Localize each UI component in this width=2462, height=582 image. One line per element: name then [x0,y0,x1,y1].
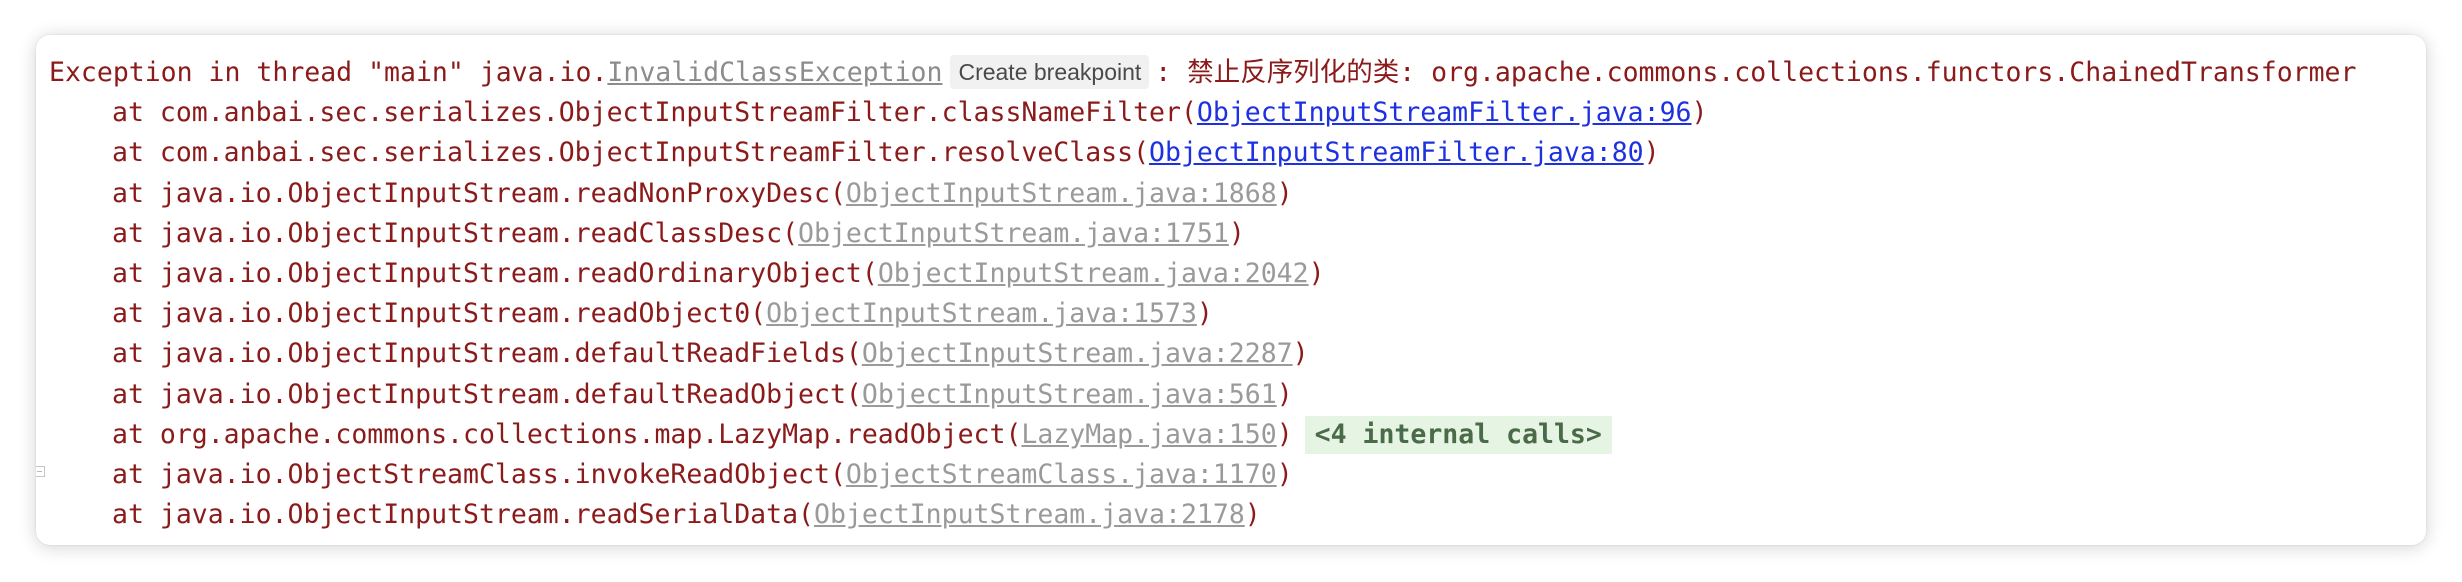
fold-collapse-icon[interactable] [36,466,45,477]
source-link[interactable]: ObjectStreamClass.java:1170 [846,459,1277,490]
stack-frame: at java.io.ObjectInputStream.readSerialD… [49,494,1261,536]
stack-frame: at java.io.ObjectInputStream.readClassDe… [49,213,1245,255]
console-output-panel: Exception in thread "main" java.io.Inval… [36,35,2426,545]
source-link[interactable]: ObjectInputStream.java:2042 [878,258,1309,289]
stack-frame: at java.io.ObjectInputStream.defaultRead… [49,374,1293,416]
exception-class-link[interactable]: InvalidClassException [607,57,942,88]
source-link[interactable]: ObjectInputStream.java:1751 [798,218,1229,249]
stack-frame: at java.io.ObjectInputStream.readOrdinar… [49,253,1325,295]
frame-close: ) [1276,459,1293,490]
exception-prefix: Exception in thread "main" java.io. [49,57,608,88]
stack-frame: at java.io.ObjectInputStream.readObject0… [49,293,1213,335]
frame-close: ) [1643,137,1660,169]
frame-method: at java.io.ObjectInputStream.defaultRead… [112,378,862,410]
frame-method: at java.io.ObjectStreamClass.invokeReadO… [112,459,846,490]
internal-calls-toggle[interactable]: <4 internal calls> [1304,415,1612,454]
exception-header-line: Exception in thread "main" java.io.Inval… [49,52,2356,94]
frame-method: at com.anbai.sec.serializes.ObjectInputS… [112,97,1197,129]
frame-close: ) [1276,177,1293,209]
frame-close: ) [1308,258,1325,289]
exception-message: : 禁止反序列化的类: org.apache.commons.collectio… [1155,57,2357,88]
source-link[interactable]: ObjectInputStream.java:1573 [766,298,1197,329]
stack-frame: at com.anbai.sec.serializes.ObjectInputS… [49,92,1707,134]
source-link[interactable]: ObjectInputStreamFilter.java:96 [1197,97,1692,128]
create-breakpoint-button[interactable]: Create breakpoint [950,55,1150,89]
frame-method: at com.anbai.sec.serializes.ObjectInputS… [112,137,1150,169]
source-link[interactable]: ObjectInputStream.java:561 [862,379,1277,410]
source-link[interactable]: ObjectInputStream.java:2178 [814,499,1245,530]
frame-close: ) [1292,338,1309,370]
frame-method: at java.io.ObjectInputStream.readClassDe… [112,217,799,249]
source-link[interactable]: LazyMap.java:150 [1021,419,1276,450]
source-link[interactable]: ObjectInputStream.java:1868 [846,178,1277,209]
frame-close: ) [1196,298,1213,330]
stack-frame: at com.anbai.sec.serializes.ObjectInputS… [49,132,1660,174]
frame-close: ) [1276,418,1293,450]
frame-method: at java.io.ObjectInputStream.readSerialD… [112,499,814,531]
stack-frame: at java.io.ObjectInputStream.defaultRead… [49,333,1309,375]
frame-method: at org.apache.commons.collections.map.La… [112,418,1022,450]
frame-close: ) [1228,217,1245,249]
source-link[interactable]: ObjectInputStream.java:2287 [862,338,1293,369]
frame-method: at java.io.ObjectInputStream.defaultRead… [112,338,862,370]
frame-close: ) [1244,499,1261,531]
frame-close: ) [1276,378,1293,410]
frame-method: at java.io.ObjectInputStream.readNonProx… [112,177,846,209]
frame-method: at java.io.ObjectInputStream.readOrdinar… [112,258,878,289]
frame-method: at java.io.ObjectInputStream.readObject0… [112,298,767,330]
frame-close: ) [1691,97,1708,129]
stack-frame: at java.io.ObjectInputStream.readNonProx… [49,173,1293,215]
stack-frame: at java.io.ObjectStreamClass.invokeReadO… [49,454,1293,496]
stack-frame: at org.apache.commons.collections.map.La… [49,414,1612,456]
source-link[interactable]: ObjectInputStreamFilter.java:80 [1149,137,1644,168]
